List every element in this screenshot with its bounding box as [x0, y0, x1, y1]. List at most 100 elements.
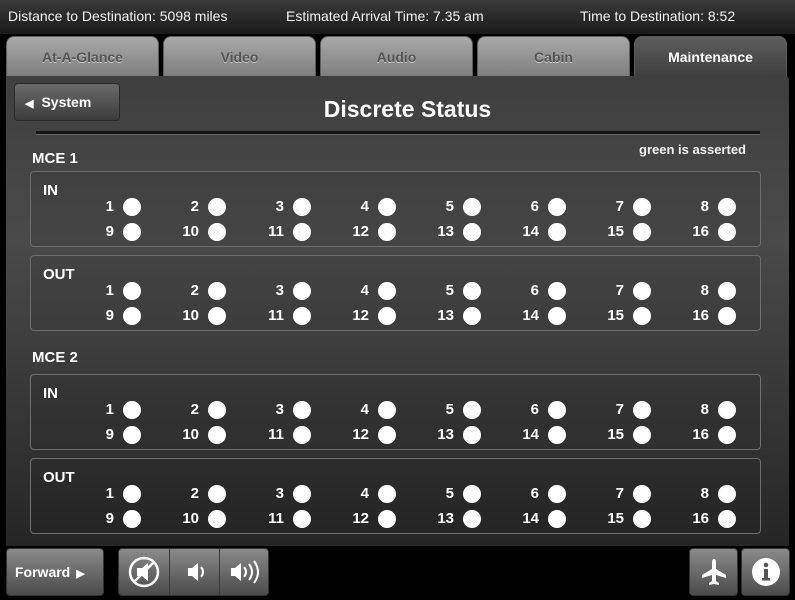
discrete-indicator: 12: [326, 509, 396, 529]
status-dot-icon: [208, 223, 226, 241]
discrete-indicator: 2: [156, 484, 226, 504]
discrete-indicator: 8: [666, 197, 736, 217]
status-dot-icon: [633, 426, 651, 444]
indicator-number: 8: [700, 198, 709, 215]
discrete-indicator: 15: [581, 509, 651, 529]
discrete-indicator: 4: [326, 281, 396, 301]
discrete-indicator: 9: [71, 222, 141, 242]
indicator-number: 15: [607, 307, 624, 324]
status-bar: Distance to Destination: 5098 miles Esti…: [0, 0, 795, 34]
status-dot-icon: [293, 223, 311, 241]
discrete-section-out: OUT 1 2 3 4 5 6 7 8 9 10 11 12 13 14 15 16: [30, 255, 761, 331]
discrete-indicator: 16: [666, 306, 736, 326]
discrete-indicator: 10: [156, 222, 226, 242]
volume-up-button[interactable]: [219, 549, 269, 595]
discrete-indicator: 5: [411, 400, 481, 420]
discrete-indicator: 10: [156, 425, 226, 445]
discrete-indicator: 14: [496, 509, 566, 529]
indicator-number: 13: [437, 426, 454, 443]
indicator-number: 13: [437, 510, 454, 527]
tab-at-a-glance[interactable]: At-A-Glance: [6, 36, 159, 76]
discrete-indicator: 11: [241, 222, 311, 242]
status-dot-icon: [633, 198, 651, 216]
indicator-number: 5: [445, 198, 454, 215]
status-dot-icon: [293, 307, 311, 325]
indicator-number: 6: [530, 282, 539, 299]
indicator-number: 11: [268, 307, 284, 324]
tab-cabin[interactable]: Cabin: [477, 36, 630, 76]
flight-map-button[interactable]: [689, 548, 738, 596]
indicator-number: 4: [360, 198, 369, 215]
discrete-indicator: 13: [411, 222, 481, 242]
tab-maintenance[interactable]: Maintenance: [634, 36, 787, 77]
indicator-number: 2: [190, 401, 199, 418]
status-dot-icon: [548, 485, 566, 503]
status-dot-icon: [548, 401, 566, 419]
discrete-section-in: IN 1 2 3 4 5 6 7 8 9 10 11 12 13 14 15 16: [30, 374, 761, 450]
discrete-indicator: 10: [156, 509, 226, 529]
indicator-number: 8: [700, 282, 709, 299]
discrete-indicator: 14: [496, 222, 566, 242]
status-dot-icon: [718, 510, 736, 528]
discrete-section-out: OUT 1 2 3 4 5 6 7 8 9 10 11 12 13 14 15 16: [30, 458, 761, 534]
status-dot-icon: [123, 426, 141, 444]
airplane-icon: [701, 559, 726, 585]
indicator-number: 12: [352, 510, 369, 527]
forward-button[interactable]: Forward ▶: [6, 548, 104, 596]
discrete-indicator: 6: [496, 484, 566, 504]
discrete-section-in: IN 1 2 3 4 5 6 7 8 9 10 11 12 13 14 15 16: [30, 171, 761, 247]
tab-bar: At-A-Glance Video Audio Cabin Maintenanc…: [6, 36, 791, 77]
status-dot-icon: [123, 223, 141, 241]
status-dot-icon: [123, 485, 141, 503]
estimated-arrival-time: Estimated Arrival Time: 7.35 am: [286, 8, 484, 24]
discrete-indicator: 8: [666, 484, 736, 504]
indicator-number: 6: [530, 198, 539, 215]
tab-video[interactable]: Video: [163, 36, 316, 76]
info-button[interactable]: [741, 548, 790, 596]
discrete-indicator: 7: [581, 281, 651, 301]
legend-note: green is asserted: [639, 142, 746, 157]
indicator-number: 7: [615, 401, 624, 418]
indicator-number: 5: [445, 401, 454, 418]
indicator-number: 8: [700, 485, 709, 502]
indicator-number: 12: [352, 426, 369, 443]
indicator-number: 15: [607, 426, 624, 443]
status-dot-icon: [378, 223, 396, 241]
discrete-indicator: 13: [411, 306, 481, 326]
tab-audio[interactable]: Audio: [320, 36, 473, 76]
discrete-indicator: 5: [411, 197, 481, 217]
discrete-indicator: 5: [411, 281, 481, 301]
status-dot-icon: [718, 401, 736, 419]
status-dot-icon: [378, 282, 396, 300]
indicator-number: 7: [615, 282, 624, 299]
status-dot-icon: [463, 307, 481, 325]
discrete-indicator: 3: [241, 400, 311, 420]
mute-button[interactable]: [119, 549, 170, 595]
status-dot-icon: [208, 282, 226, 300]
indicator-number: 16: [692, 223, 709, 240]
status-dot-icon: [633, 223, 651, 241]
distance-to-destination: Distance to Destination: 5098 miles: [8, 8, 228, 24]
discrete-indicator: 11: [241, 306, 311, 326]
status-dot-icon: [718, 485, 736, 503]
indicator-number: 6: [530, 485, 539, 502]
status-dot-icon: [378, 426, 396, 444]
discrete-indicator: 2: [156, 400, 226, 420]
discrete-indicator: 15: [581, 306, 651, 326]
status-dot-icon: [378, 485, 396, 503]
indicator-row: 9 10 11 12 13 14 15 16: [31, 425, 760, 445]
indicator-row: 1 2 3 4 5 6 7 8: [31, 281, 760, 301]
discrete-indicator: 14: [496, 425, 566, 445]
discrete-indicator: 1: [71, 197, 141, 217]
status-dot-icon: [718, 426, 736, 444]
indicator-number: 14: [522, 510, 539, 527]
volume-down-button[interactable]: [169, 549, 220, 595]
indicator-number: 15: [607, 510, 624, 527]
status-dot-icon: [548, 426, 566, 444]
indicator-number: 10: [182, 426, 199, 443]
status-dot-icon: [378, 510, 396, 528]
indicator-number: 1: [105, 485, 114, 502]
indicator-number: 4: [360, 282, 369, 299]
status-dot-icon: [293, 401, 311, 419]
status-dot-icon: [123, 401, 141, 419]
